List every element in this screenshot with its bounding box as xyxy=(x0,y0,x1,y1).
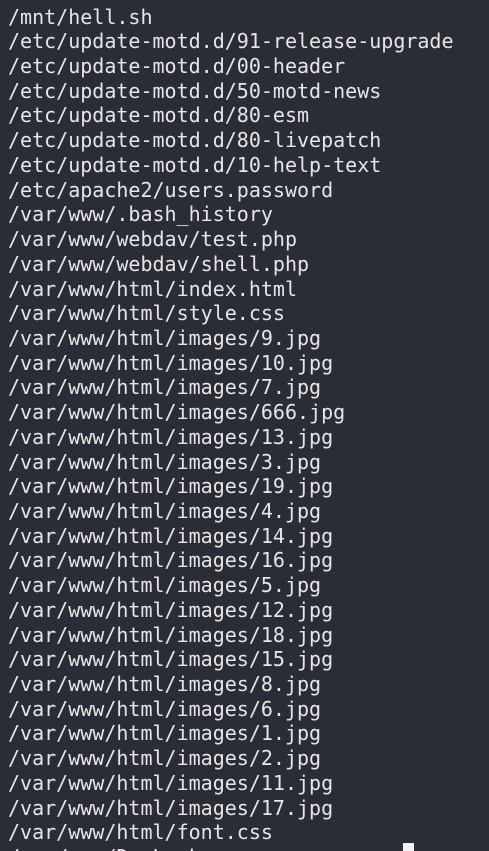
output-line: /var/www/webdav/test.php xyxy=(8,227,297,252)
output-line: /etc/update-motd.d/80-livepatch xyxy=(8,128,382,153)
output-line: /var/www/DavLock xyxy=(8,845,454,851)
output-line: /var/www/html/images/13.jpg xyxy=(8,424,334,449)
output-line: /var/www/.bash_history xyxy=(8,202,273,227)
output-line: /var/www/html/images/10.jpg xyxy=(8,350,334,375)
output-line: /var/www/html/images/16.jpg xyxy=(8,548,334,573)
terminal-window[interactable]: /mnt/hell.sh/etc/update-motd.d/91-releas… xyxy=(0,0,489,851)
output-line: /var/www/html/images/6.jpg xyxy=(8,696,322,721)
output-line: /var/www/html/images/5.jpg xyxy=(8,573,322,598)
output-line: /var/www/html/style.css xyxy=(8,301,285,326)
output-line: /var/www/html/images/9.jpg xyxy=(8,325,322,350)
terminal-cursor xyxy=(403,843,414,851)
output-line: /etc/update-motd.d/80-esm xyxy=(8,103,310,128)
output-line: /etc/apache2/users.password xyxy=(8,177,334,202)
output-line: /var/www/html/font.css xyxy=(8,820,273,845)
output-line: /etc/update-motd.d/10-help-text xyxy=(8,152,382,177)
output-line: /var/www/html/images/666.jpg xyxy=(8,400,346,425)
output-line: /var/www/html/images/11.jpg xyxy=(8,770,334,795)
output-line: /var/www/html/images/17.jpg xyxy=(8,795,334,820)
output-line: /etc/update-motd.d/50-motd-news xyxy=(8,78,382,103)
output-line: /var/www/html/images/3.jpg xyxy=(8,449,322,474)
output-line: /var/www/html/images/1.jpg xyxy=(8,721,322,746)
output-line: /var/www/html/images/12.jpg xyxy=(8,597,334,622)
output-line: /var/www/html/images/15.jpg xyxy=(8,647,334,672)
output-line: /var/www/html/images/2.jpg xyxy=(8,746,322,771)
output-line: /var/www/webdav/shell.php xyxy=(8,251,310,276)
output-line: /etc/update-motd.d/00-header xyxy=(8,54,346,79)
output-line: /var/www/html/images/14.jpg xyxy=(8,523,334,548)
output-line: /var/www/html/images/8.jpg xyxy=(8,672,322,696)
output-line: /var/www/html/images/7.jpg xyxy=(8,375,322,400)
output-line: /var/www/html/images/18.jpg xyxy=(8,622,334,647)
terminal-output: /mnt/hell.sh/etc/update-motd.d/91-releas… xyxy=(8,5,454,851)
output-line: /var/www/html/images/19.jpg xyxy=(8,474,334,499)
output-line: /mnt/hell.sh xyxy=(8,4,153,29)
output-line: /var/www/html/images/4.jpg xyxy=(8,498,322,523)
output-line: /var/www/html/index.html xyxy=(8,276,297,301)
output-line: /etc/update-motd.d/91-release-upgrade xyxy=(8,29,454,54)
